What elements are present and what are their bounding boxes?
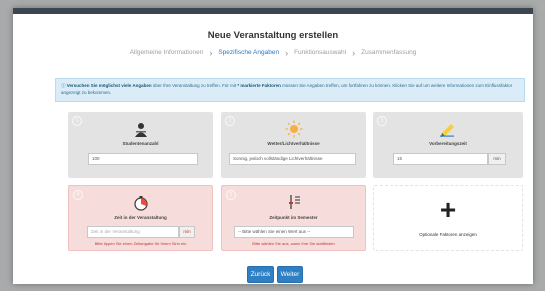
card-event-duration: 4 Zeit in der Veranstaltung Zeit in der …	[68, 185, 213, 251]
event-duration-hint: Bitte tippen Sie einen Zeitangabe für Ih…	[94, 241, 187, 246]
step-summary[interactable]: Zusammenfassung	[361, 49, 416, 56]
card-semester-timing: 5 Zeitpunkt im Semester -- Bitte wählen …	[221, 185, 366, 251]
step-general-info[interactable]: Allgemeine Informationen	[130, 49, 204, 56]
student-icon	[68, 122, 213, 143]
chevron-right-icon: ›	[285, 47, 289, 58]
info-alert: ⓘ Versuchen Sie möglichst viele Angaben …	[55, 78, 525, 102]
info-text-2: müssen Sie Angaben treffen, um fortfahre…	[280, 83, 424, 88]
weather-select[interactable]: Sonnig, jedoch vollständige Lichtverhält…	[229, 153, 356, 165]
sun-icon	[221, 120, 366, 143]
info-highlight: * markierte Faktoren	[237, 83, 281, 88]
modal-title: Neue Veranstaltung erstellen	[207, 30, 339, 41]
pencil-icon	[373, 121, 523, 142]
next-button[interactable]: Weiter	[277, 266, 303, 283]
create-event-modal: Neue Veranstaltung erstellen Allgemeine …	[13, 8, 533, 284]
weather-label: Wetter/Lichtverhältnisse	[267, 141, 320, 146]
event-duration-label: Zeit in der Veranstaltung	[114, 215, 167, 220]
step-specific-details[interactable]: Spezifische Angaben	[218, 49, 279, 56]
info-prefix: Versuchen Sie möglichst viele Angaben	[66, 83, 152, 88]
prep-time-label: Vorbereitungszeit	[429, 141, 467, 146]
wizard-steps: Allgemeine Informationen › Spezifische A…	[13, 47, 533, 58]
event-duration-input[interactable]: Zeit in der Veranstaltung	[87, 226, 179, 238]
chevron-right-icon: ›	[352, 47, 356, 58]
card-student-count: 1 Studentenanzahl 100	[68, 112, 213, 178]
plus-icon: +	[439, 194, 457, 225]
semester-timing-label: Zeitpunkt im Semester	[269, 215, 318, 220]
sliders-icon	[222, 194, 365, 215]
card-prep-time: 3 Vorbereitungszeit 15 min	[373, 112, 523, 178]
student-count-label: Studentenanzahl	[122, 141, 159, 146]
event-duration-unit: min	[179, 226, 195, 238]
prep-time-unit: min	[488, 153, 506, 165]
info-text-1: über Ihre Veranstaltung zu treffen. Für …	[151, 83, 238, 88]
show-optional-factors-button[interactable]: + Optionale Faktoren anzeigen	[373, 185, 523, 251]
semester-timing-hint: Bitte wählen Sie aus, wann Ihre Sie stat…	[252, 241, 335, 246]
step-function-selection[interactable]: Funktionsauswahl	[294, 49, 346, 56]
prep-time-input[interactable]: 15	[393, 153, 488, 165]
card-weather: 2 Wetter/Lichtverhältnisse Sonnig, jedoc…	[221, 112, 366, 178]
chevron-right-icon: ›	[209, 47, 213, 58]
student-count-input[interactable]: 100	[88, 153, 198, 165]
timer-icon	[69, 195, 212, 216]
semester-timing-select[interactable]: -- Bitte wählen Sie einen Wert aus --	[234, 226, 354, 238]
back-button[interactable]: Zurück	[247, 266, 274, 283]
optional-factors-label: Optionale Faktoren anzeigen	[419, 232, 477, 237]
modal-top-bar	[13, 8, 533, 14]
